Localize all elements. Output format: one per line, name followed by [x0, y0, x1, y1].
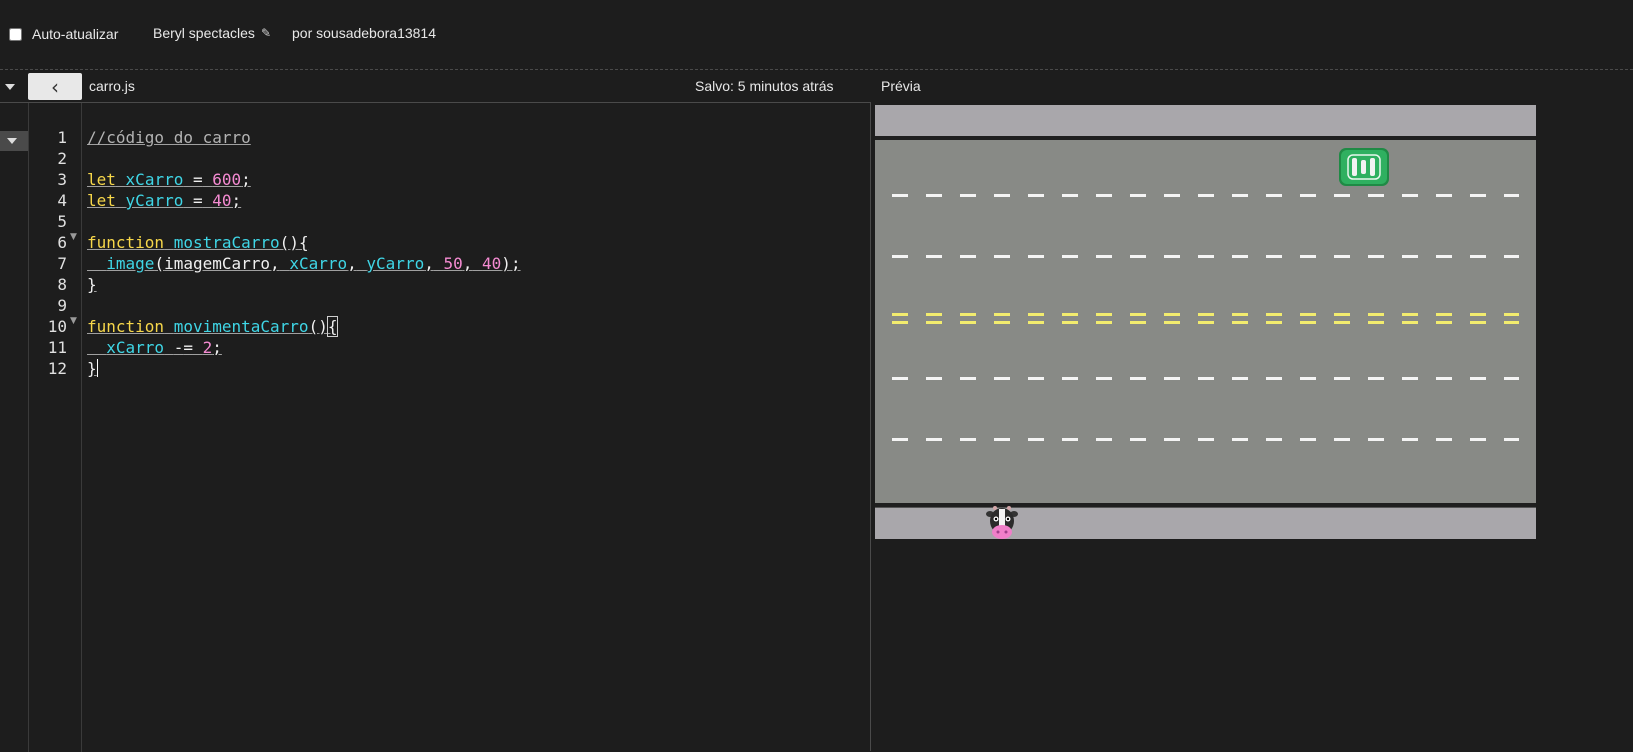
fold-toggle-icon[interactable]: ▼ [70, 232, 77, 242]
line-number: 12 [47, 359, 67, 378]
code-editor[interactable]: 1 2 3 4 5 6 7 8 9 10 11 12 ▼ ▼ //código … [0, 102, 871, 752]
lane-divider [892, 194, 1519, 197]
code-line: let yCarro = 40; [87, 191, 242, 210]
code-line: //código do carro [87, 128, 251, 147]
project-title-text: Beryl spectacles [153, 25, 255, 41]
line-number: 2 [57, 149, 67, 168]
code-line: image(imagemCarro, xCarro, yCarro, 50, 4… [106, 254, 521, 273]
lane-divider [892, 255, 1519, 258]
pencil-icon[interactable]: ✎ [261, 26, 271, 40]
auto-refresh-checkbox[interactable] [9, 27, 22, 41]
line-number: 11 [47, 338, 67, 357]
chevron-down-icon [7, 138, 17, 144]
line-number: 4 [57, 191, 67, 210]
center-line [892, 313, 1519, 316]
fold-toggle-icon[interactable]: ▼ [70, 316, 77, 326]
line-number: 8 [57, 275, 67, 294]
saved-status: Salvo: 5 minutos atrás [695, 78, 834, 94]
code-line: function movimentaCarro(){ [87, 316, 339, 337]
project-title[interactable]: Beryl spectacles ✎ [153, 25, 271, 41]
file-name[interactable]: carro.js [89, 78, 135, 94]
road [875, 140, 1536, 503]
code-line: } [87, 359, 98, 378]
text-cursor [96, 359, 98, 377]
code-line: xCarro -= 2; [106, 338, 222, 357]
lane-divider [892, 438, 1519, 441]
code-line: } [87, 275, 97, 294]
auto-refresh-label: Auto-atualizar [32, 26, 119, 42]
preview-canvas[interactable] [875, 105, 1536, 539]
code-line: let xCarro = 600; [87, 170, 251, 189]
line-number: 9 [57, 296, 67, 315]
sidewalk-bottom [875, 508, 1536, 539]
preview-label: Prévia [881, 78, 921, 94]
center-line [892, 321, 1519, 324]
line-number: 3 [57, 170, 67, 189]
line-number-gutter: 1 2 3 4 5 6 7 8 9 10 11 12 ▼ ▼ [30, 103, 82, 752]
editor-side-strip [0, 103, 29, 752]
line-number: 1 [57, 128, 67, 147]
line-number: 6 [57, 233, 67, 252]
project-author[interactable]: por sousadebora13814 [292, 25, 436, 41]
chevron-left-icon: ‹ [51, 74, 59, 99]
line-number: 10 [47, 317, 67, 336]
auto-refresh-toggle[interactable]: Auto-atualizar [9, 26, 118, 42]
cow-sprite [986, 506, 1018, 539]
fold-marker[interactable] [0, 131, 28, 151]
road-edge [875, 503, 1536, 507]
editor-header: ‹ carro.js Salvo: 5 minutos atrás [0, 72, 870, 102]
chevron-down-icon[interactable] [5, 84, 15, 90]
line-number: 5 [57, 212, 67, 231]
back-button[interactable]: ‹ [28, 73, 82, 100]
top-bar: Auto-atualizar Beryl spectacles ✎ por so… [0, 0, 1633, 70]
lane-divider [892, 377, 1519, 380]
green-car-sprite [1339, 148, 1389, 186]
code-line: function mostraCarro(){ [87, 233, 309, 252]
sidewalk-top [875, 105, 1536, 136]
line-number: 7 [57, 254, 67, 273]
